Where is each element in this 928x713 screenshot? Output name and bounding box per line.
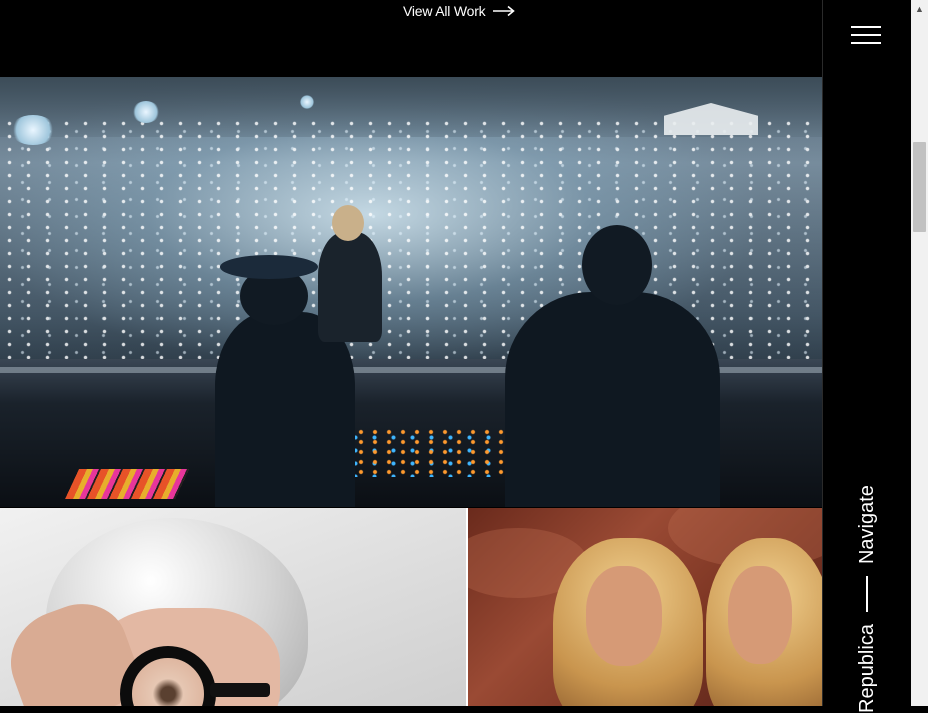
view-all-work-label: View All Work: [403, 3, 486, 19]
view-all-work-link[interactable]: View All Work: [403, 1, 516, 21]
navigate-toggle[interactable]: Republica Navigate: [852, 485, 882, 713]
long-right-arrow-icon: [493, 5, 516, 17]
hamburger-menu-icon[interactable]: [851, 26, 881, 46]
nav-line-divider: [866, 576, 868, 613]
scroll-thumb[interactable]: [913, 142, 926, 232]
brand-text: Republica: [855, 624, 878, 713]
vertical-scrollbar[interactable]: ▲: [911, 0, 928, 706]
dj-right-silhouette: [505, 292, 720, 507]
side-nav-panel: Republica Navigate: [822, 0, 912, 713]
main-content: View All Work: [0, 0, 822, 706]
hero-concert-image[interactable]: [0, 77, 822, 507]
scroll-up-arrow-icon[interactable]: ▲: [911, 0, 928, 17]
portrait-tile-right[interactable]: [468, 508, 822, 706]
navigate-label: Navigate: [855, 485, 878, 565]
top-band: View All Work: [0, 0, 822, 77]
portrait-tile-left[interactable]: [0, 508, 466, 706]
